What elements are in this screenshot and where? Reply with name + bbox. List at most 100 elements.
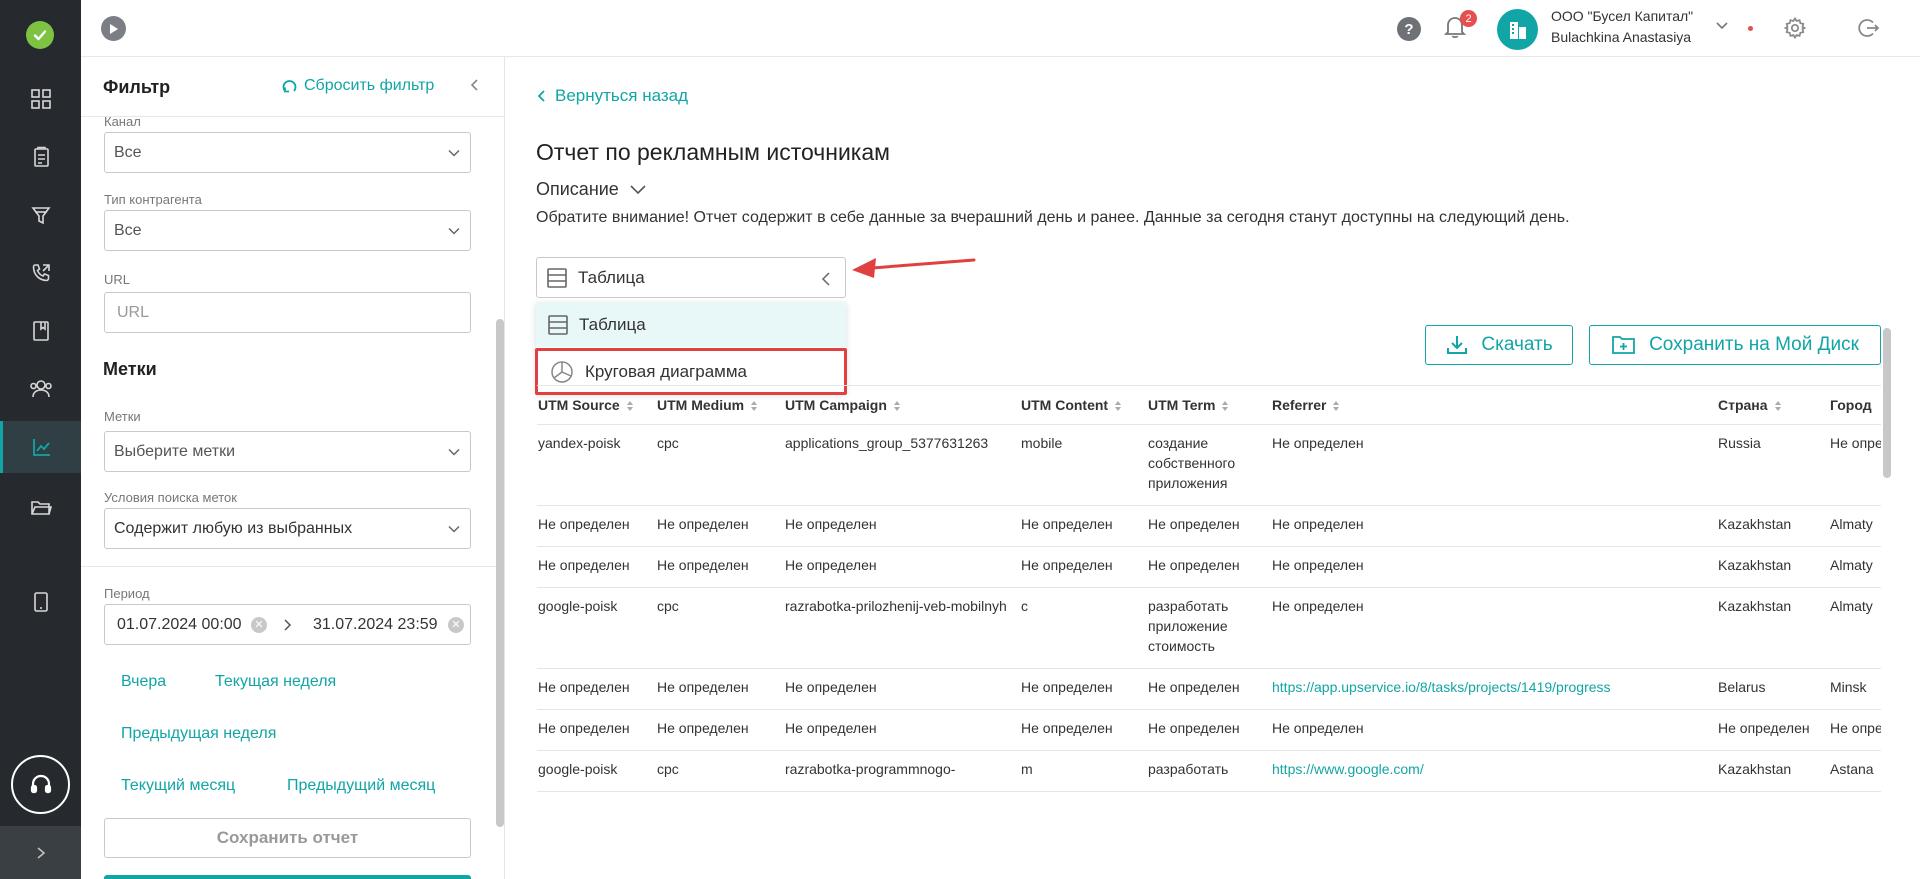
view-option-label: Таблица [579,314,646,334]
view-option-table[interactable]: Таблица [536,302,846,347]
url-input[interactable]: URL [104,292,471,333]
preset-yesterday[interactable]: Вчера [121,673,166,691]
tags-select[interactable]: Выберите метки [104,431,471,472]
nav-mobile-icon[interactable] [0,576,81,628]
referrer-link[interactable]: https://www.google.com/ [1272,761,1424,777]
column-header[interactable]: UTM Content [1020,386,1147,425]
cell-value: mobile [1021,434,1063,451]
referrer-link[interactable]: https://app.upservice.io/8/tasks/project… [1272,679,1611,695]
column-header[interactable]: UTM Medium [656,386,784,425]
sort-icon[interactable] [1768,397,1782,413]
clear-date-from-icon[interactable]: ✕ [251,616,267,633]
nav-funnel-icon[interactable] [0,189,81,241]
nav-folder-icon[interactable] [0,482,81,534]
table-row[interactable]: yandex-poisk cpc applications_group_537763… [537,424,1881,506]
report-table: UTM Source UTM Medium UTM Campaign UTM Cont… [537,385,1881,855]
back-link[interactable]: Вернуться назад [537,86,688,106]
company-avatar[interactable] [1497,9,1538,50]
nav-calls-icon[interactable] [0,247,81,299]
column-header[interactable]: UTM Source [537,386,656,425]
sort-icon[interactable] [1108,397,1122,413]
collapse-panel-chevron-icon[interactable] [468,77,480,98]
date-range-picker[interactable]: 01.07.2024 00:00 ✕ 31.07.2024 23:59 ✕ [104,604,471,645]
logo-check-icon[interactable] [26,21,54,49]
channel-select[interactable]: Все [104,132,471,173]
filter-scrollbar[interactable] [496,319,504,827]
column-header[interactable]: Страна [1717,386,1829,425]
nav-analytics-icon[interactable] [0,421,81,473]
nav-users-icon[interactable] [0,363,81,415]
apply-button-partial[interactable] [104,875,471,879]
table-cell: Не определен [656,505,784,547]
preset-this-month[interactable]: Текущий месяц [121,777,235,795]
table-row[interactable]: google-poisk cpc razrabotka-prilozhenij-ve… [537,587,1881,669]
table-row[interactable]: Не определен Не определен Не определен Не о… [537,505,1881,547]
table-cell: Не определен [537,709,656,751]
page-title: Отчет по рекламным источникам [536,139,890,165]
table-cell: Не определен [1271,587,1717,669]
cell-value: cpc [657,760,679,777]
play-icon[interactable] [101,16,126,41]
expand-rail-chevron-icon[interactable] [0,826,81,879]
save-to-disk-button[interactable]: Сохранить на Мой Диск [1589,325,1881,365]
view-type-select[interactable]: Таблица [536,257,846,298]
url-label: URL [104,272,131,287]
table-cell: Не определен [1020,546,1147,588]
save-report-button[interactable]: Сохранить отчет [104,818,471,858]
preset-prev-month[interactable]: Предыдущий месяц [287,777,435,795]
nav-dashboard-icon[interactable] [0,73,81,125]
table-cell: Belarus [1717,668,1829,710]
date-from[interactable]: 01.07.2024 00:00 [117,616,242,634]
settings-gear-icon[interactable] [1783,16,1807,45]
sort-icon[interactable] [1326,397,1340,413]
clear-date-to-icon[interactable]: ✕ [448,616,464,633]
preset-this-week[interactable]: Текущая неделя [215,673,336,691]
support-headset-icon[interactable] [11,755,70,814]
preset-prev-week[interactable]: Предыдущая неделя [121,725,276,743]
table-row[interactable]: Не определен Не определен Не определен Не о… [537,546,1881,588]
url-placeholder: URL [117,303,150,321]
chevron-down-icon [448,149,460,157]
table-scrollbar[interactable] [1883,328,1891,478]
cell-value: Kazakhstan [1718,556,1792,573]
chevron-left-icon [821,272,830,286]
chevron-down-icon [448,448,460,456]
tag-conditions-select[interactable]: Содержит любую из выбранных [104,508,471,549]
description-toggle[interactable]: Описание [536,179,647,200]
download-button[interactable]: Скачать [1425,325,1573,365]
cell-value: Не определен [1148,678,1240,695]
table-row[interactable]: Не определен Не определен Не определен Не о… [537,668,1881,710]
contractor-type-label: Тип контрагента [104,192,202,207]
date-to[interactable]: 31.07.2024 23:59 [313,616,438,634]
tags-section-title: Метки [103,359,157,379]
column-header[interactable]: UTM Campaign [784,386,1020,425]
table-row[interactable]: Не определен Не определен Не определен Не о… [537,709,1881,751]
left-nav-rail [0,0,81,879]
sort-icon[interactable] [744,397,758,413]
column-header[interactable]: Город [1829,386,1881,425]
contractor-type-select[interactable]: Все [104,210,471,251]
table-cell: Не определен [537,668,656,710]
table-cell: создание собственного приложения [1147,424,1271,506]
account-info[interactable]: ООО "Бусел Капитал" Bulachkina Anastasiy… [1551,6,1693,48]
cell-value: Russia [1718,434,1761,451]
table-cell: applications_group_5377631263 [784,424,1020,506]
cell-value: Не определен [1148,719,1240,736]
logout-icon[interactable] [1856,16,1880,45]
column-header[interactable]: UTM Term [1147,386,1271,425]
sort-icon[interactable] [620,397,634,413]
sort-icon[interactable] [1215,397,1229,413]
column-header[interactable]: Referrer [1271,386,1717,425]
nav-book-icon[interactable] [0,305,81,357]
sort-icon[interactable] [887,397,901,413]
help-icon[interactable]: ? [1397,17,1421,41]
table-cell: Не определен [537,546,656,588]
table-cell: разработать [1147,750,1271,792]
account-chevron-down-icon[interactable] [1714,18,1730,39]
table-cell: google-poisk [537,750,656,792]
reset-filter-button[interactable]: Сбросить фильтр [281,77,434,95]
download-label: Скачать [1481,334,1553,355]
nav-documents-icon[interactable] [0,131,81,183]
chevron-down-icon [448,227,460,235]
table-row[interactable]: google-poisk cpc razrabotka-programmnogo-m… [537,750,1881,792]
